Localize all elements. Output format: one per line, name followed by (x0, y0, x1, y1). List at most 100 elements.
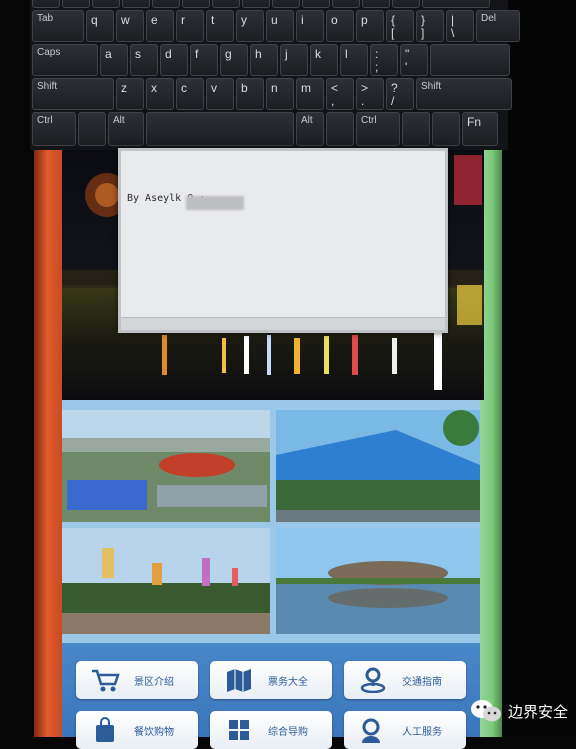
key-7[interactable]: 7 (242, 0, 270, 8)
key-fn[interactable]: Fn (462, 112, 498, 146)
key-h[interactable]: h (250, 44, 278, 76)
key-m[interactable]: m (296, 78, 324, 110)
key-b[interactable]: b (236, 78, 264, 110)
kiosk-left-bezel (34, 150, 64, 737)
menu-panel: 景区介绍 票务大全 交通指南 餐饮购物 综合导购 人工服务 (62, 643, 480, 749)
key-left-bracket[interactable]: { [ (386, 10, 414, 42)
dining-shopping-button[interactable]: 餐饮购物 (76, 711, 198, 749)
photo-tile-birds-nest[interactable] (276, 528, 480, 634)
key-alt-left[interactable]: Alt (108, 112, 144, 146)
key-c[interactable]: c (176, 78, 204, 110)
key-0[interactable]: 0 (332, 0, 360, 8)
key-shift-left[interactable]: Shift (32, 78, 114, 110)
key-blank-2[interactable] (432, 112, 460, 146)
key-period[interactable]: > . (356, 78, 384, 110)
key-v[interactable]: v (206, 78, 234, 110)
key-x[interactable]: x (146, 78, 174, 110)
key-alt-right[interactable]: Alt (296, 112, 324, 146)
tickets-button[interactable]: 票务大全 (210, 661, 332, 699)
key-semicolon[interactable]: : ; (370, 44, 398, 76)
notepad-status-bar (121, 317, 445, 330)
key-right-bracket[interactable]: } ] (416, 10, 444, 42)
service-icon (362, 718, 380, 743)
key-ctrl-left[interactable]: Ctrl (32, 112, 76, 146)
key-s[interactable]: s (130, 44, 158, 76)
key-comma[interactable]: < , (326, 78, 354, 110)
key-f[interactable]: f (190, 44, 218, 76)
key-k[interactable]: k (310, 44, 338, 76)
key-windows[interactable] (78, 112, 106, 146)
key-e[interactable]: e (146, 10, 174, 42)
olympic-park-photo (62, 410, 270, 522)
key-quote[interactable]: " ' (400, 44, 428, 76)
key-slash[interactable]: ? / (386, 78, 414, 110)
key-j[interactable]: j (280, 44, 308, 76)
key-u[interactable]: u (266, 10, 294, 42)
key-1[interactable]: 1 (62, 0, 90, 8)
location-icon (360, 667, 386, 693)
key-w[interactable]: w (116, 10, 144, 42)
manual-service-button[interactable]: 人工服务 (344, 711, 466, 749)
key-del[interactable]: Del (476, 10, 520, 42)
key-t[interactable]: t (206, 10, 234, 42)
key-enter[interactable] (430, 44, 510, 76)
key-ctrl-right[interactable]: Ctrl (356, 112, 400, 146)
key-q[interactable]: q (86, 10, 114, 42)
key-o[interactable]: o (326, 10, 354, 42)
photo-tile-water-cube[interactable] (276, 410, 480, 522)
left-background (0, 0, 34, 737)
notepad-window[interactable]: By Aseylk Q : (118, 148, 448, 333)
key-g[interactable]: g (220, 44, 248, 76)
flag-avenue-photo (62, 528, 270, 634)
cart-icon (92, 669, 120, 692)
key-i[interactable]: i (296, 10, 324, 42)
key-shift-right[interactable]: Shift (416, 78, 512, 110)
key-grave[interactable]: ` (32, 0, 60, 8)
on-screen-keyboard: `1234567890-= Tabqwertyuiop{ [} ]| \Del Ca… (30, 0, 520, 150)
traffic-guide-label: 交通指南 (402, 677, 442, 688)
key-9[interactable]: 9 (302, 0, 330, 8)
key-blank-1[interactable] (402, 112, 430, 146)
key-a[interactable]: a (100, 44, 128, 76)
key-d[interactable]: d (160, 44, 188, 76)
key-8[interactable]: 8 (272, 0, 300, 8)
map-icon (227, 669, 251, 692)
birds-nest-photo (276, 528, 480, 634)
wechat-logo-icon (471, 700, 501, 722)
shopping-bag-icon (96, 717, 114, 742)
key-backspace[interactable] (422, 0, 490, 8)
key-space[interactable] (146, 112, 294, 146)
key-tab[interactable]: Tab (32, 10, 84, 42)
redacted-text (186, 196, 244, 210)
key-minus[interactable]: - (362, 0, 390, 8)
photo-panel (62, 400, 480, 645)
key-6[interactable]: 6 (212, 0, 240, 8)
key-r[interactable]: r (176, 10, 204, 42)
scenic-intro-label: 景区介绍 (134, 677, 174, 688)
photo-tile-olympic-park[interactable] (62, 410, 270, 522)
key-l[interactable]: l (340, 44, 368, 76)
tickets-label: 票务大全 (268, 677, 308, 688)
key-equals[interactable]: = (392, 0, 420, 8)
key-4[interactable]: 4 (152, 0, 180, 8)
shopping-guide-button[interactable]: 综合导购 (210, 711, 332, 749)
water-cube-photo (276, 410, 480, 522)
key-backslash[interactable]: | \ (446, 10, 474, 42)
key-3[interactable]: 3 (122, 0, 150, 8)
key-5[interactable]: 5 (182, 0, 210, 8)
traffic-guide-button[interactable]: 交通指南 (344, 661, 466, 699)
key-z[interactable]: z (116, 78, 144, 110)
grid-icon (229, 720, 249, 740)
shopping-guide-label: 综合导购 (268, 727, 308, 738)
key-n[interactable]: n (266, 78, 294, 110)
key-menu[interactable] (326, 112, 354, 146)
dining-shopping-label: 餐饮购物 (134, 727, 174, 738)
key-p[interactable]: p (356, 10, 384, 42)
photo-tile-flag-avenue[interactable] (62, 528, 270, 634)
key-2[interactable]: 2 (92, 0, 120, 8)
manual-service-label: 人工服务 (402, 727, 442, 738)
right-background (502, 0, 576, 737)
scenic-intro-button[interactable]: 景区介绍 (76, 661, 198, 699)
key-caps[interactable]: Caps (32, 44, 98, 76)
key-y[interactable]: y (236, 10, 264, 42)
